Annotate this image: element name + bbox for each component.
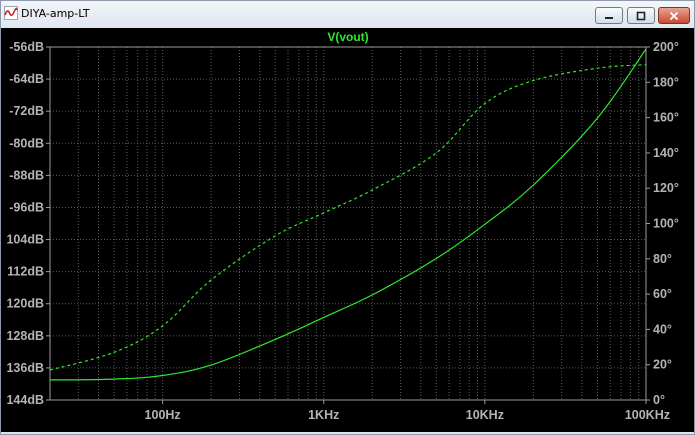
restore-icon — [636, 11, 646, 20]
close-button[interactable] — [658, 7, 690, 24]
left-tick-label: -96dB — [9, 200, 44, 214]
ltspice-plot-window: DIYA-amp-LT -56dB -64dB -72dB -80dB -88dB -96… — [0, 0, 695, 435]
right-tick-label: 140° — [653, 146, 679, 160]
x-tick-label: 10KHz — [466, 408, 504, 422]
ltspice-wave-icon — [4, 6, 18, 20]
left-tick-label: 112dB — [7, 265, 44, 279]
minimize-icon — [605, 16, 613, 19]
left-tick-label: 144dB — [6, 393, 44, 407]
phase-trace — [49, 64, 647, 371]
right-axis-ticks: 200° 180° 160° 140° 120° 100° 80° 60° 40° 20° 0° — [646, 40, 679, 407]
left-tick-label: 136dB — [6, 361, 44, 375]
trace-label-vout[interactable]: V(vout) — [327, 30, 368, 44]
left-tick-label: 104dB — [6, 233, 44, 247]
left-tick-label: -72dB — [9, 104, 44, 118]
right-tick-label: 200° — [653, 40, 679, 54]
left-tick-label: -88dB — [9, 168, 44, 182]
right-tick-label: 120° — [653, 181, 679, 195]
left-tick-label: 128dB — [6, 329, 44, 343]
bode-plot-chart[interactable]: -56dB -64dB -72dB -80dB -88dB -96dB 104dB 112dB… — [1, 28, 694, 432]
right-tick-label: 160° — [653, 111, 679, 125]
left-tick-label: -64dB — [9, 72, 44, 86]
plot-area[interactable]: -56dB -64dB -72dB -80dB -88dB -96dB 104dB 112dB… — [1, 28, 694, 432]
right-tick-label: 100° — [653, 217, 679, 231]
right-tick-label: 0° — [653, 393, 665, 407]
window-title: DIYA-amp-LT — [21, 7, 90, 20]
plot-border — [49, 46, 647, 401]
right-tick-label: 60° — [653, 287, 672, 301]
left-tick-label: 120dB — [6, 297, 44, 311]
left-axis-ticks: -56dB -64dB -72dB -80dB -88dB -96dB 104dB 112dB… — [6, 40, 50, 407]
x-tick-label: 1KHz — [308, 408, 339, 422]
x-tick-label: 100Hz — [145, 408, 181, 422]
right-tick-label: 20° — [653, 358, 672, 372]
right-tick-label: 80° — [653, 252, 672, 266]
magnitude-trace — [49, 48, 647, 381]
restore-button[interactable] — [627, 7, 655, 24]
right-tick-label: 40° — [653, 322, 672, 336]
left-tick-label: -56dB — [9, 40, 44, 54]
minimize-button[interactable] — [595, 7, 623, 24]
x-axis-ticks: 100Hz 1KHz 10KHz 100KHz — [145, 400, 670, 422]
left-tick-label: -80dB — [9, 136, 44, 150]
grid — [49, 46, 647, 401]
traces — [49, 48, 647, 381]
close-icon — [669, 11, 679, 20]
x-tick-label: 100KHz — [625, 408, 670, 422]
title-bar[interactable]: DIYA-amp-LT — [1, 1, 694, 28]
plot-frame-border — [49, 46, 647, 401]
right-tick-label: 180° — [653, 75, 679, 89]
